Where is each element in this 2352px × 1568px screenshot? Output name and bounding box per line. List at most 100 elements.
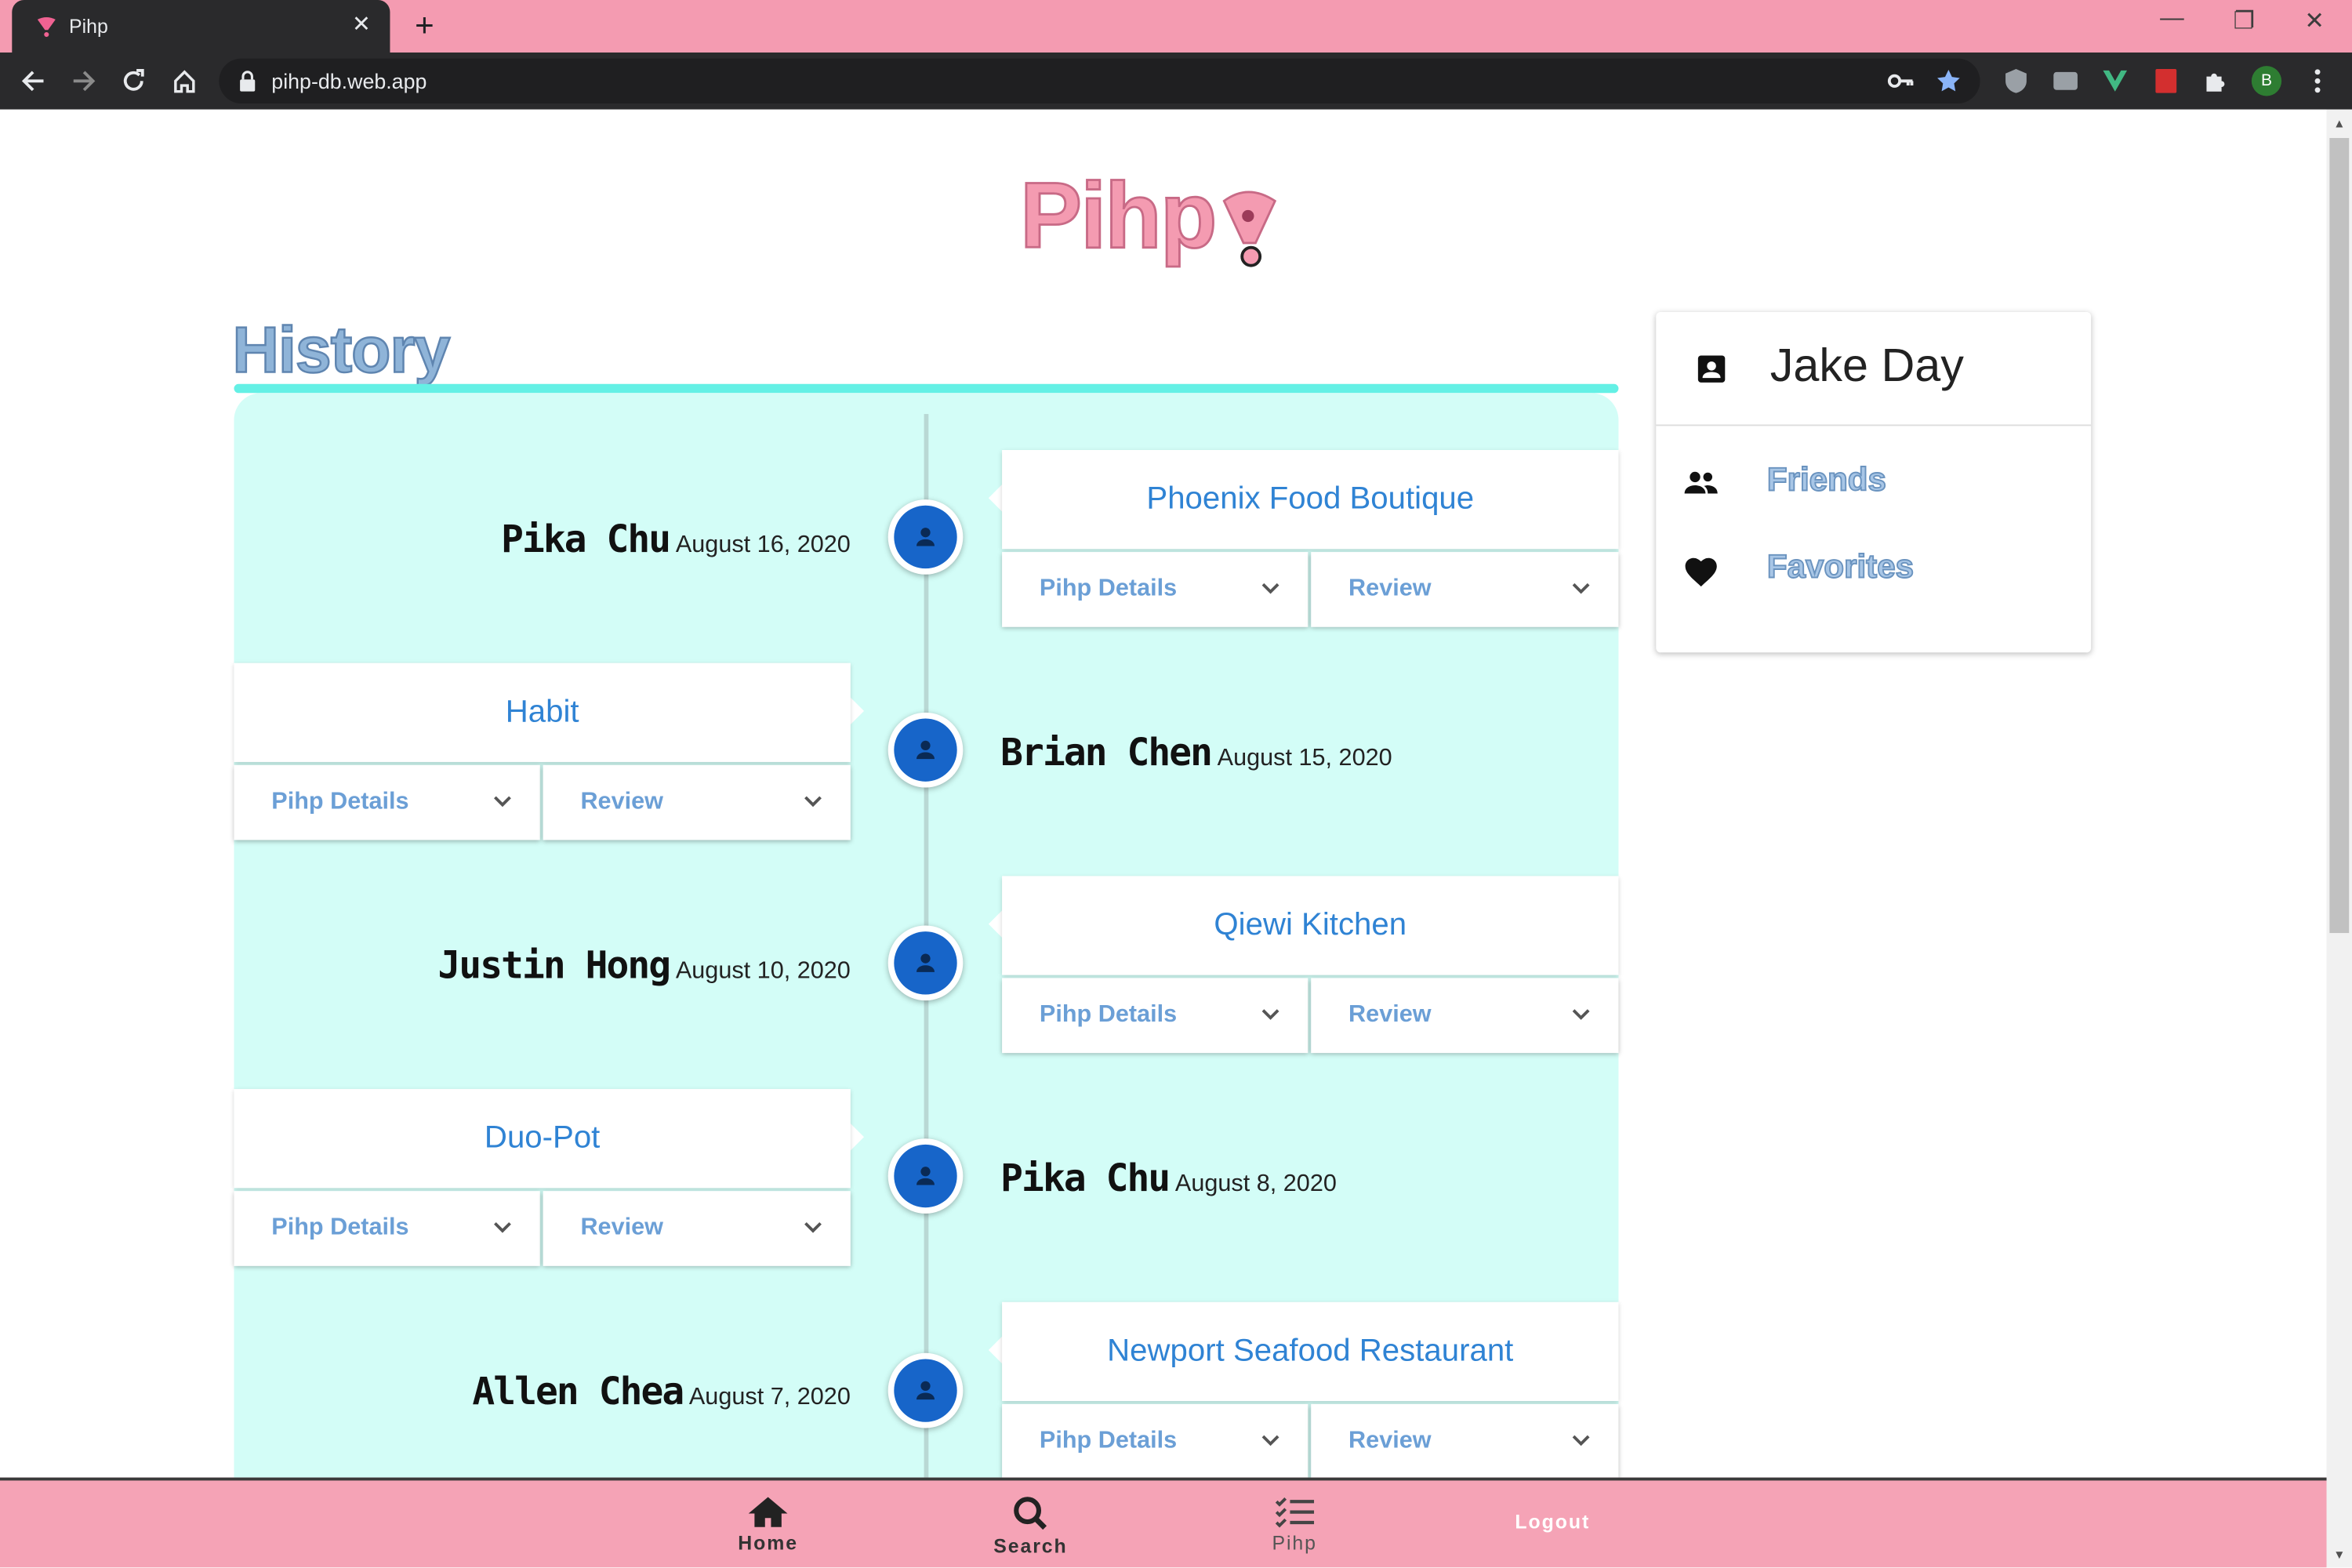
restaurant-name[interactable]: Newport Seafood Restaurant (1002, 1301, 1619, 1402)
chevron-down-icon (804, 796, 822, 808)
close-tab-icon[interactable]: ✕ (348, 12, 375, 38)
history-entry-person: Pika Chu August 16, 2020 (501, 517, 851, 561)
scroll-down-icon[interactable]: ▼ (2327, 1542, 2352, 1568)
url-text: pihp-db.web.app (271, 69, 427, 93)
profile-avatar[interactable]: B (2251, 66, 2282, 96)
extensions-puzzle-icon[interactable] (2202, 67, 2229, 94)
person-name: Pika Chu (1000, 1156, 1171, 1200)
history-title: History (231, 314, 451, 388)
chevron-down-icon (1572, 1435, 1590, 1446)
review-label: Review (580, 1214, 663, 1241)
nav-search-label: Search (993, 1534, 1068, 1558)
person-icon (916, 1167, 935, 1185)
pihp-details-button[interactable]: Pihp Details (234, 1191, 540, 1266)
chevron-down-icon (494, 796, 511, 808)
restaurant-name[interactable]: Qiewi Kitchen (1002, 876, 1619, 975)
vue-devtools-icon[interactable] (2102, 67, 2129, 94)
restaurant-card: Qiewi Kitchen Pihp Details Review (988, 876, 1619, 1054)
pihp-details-button[interactable]: Pihp Details (1002, 1403, 1308, 1479)
minimize-icon[interactable]: — (2155, 6, 2188, 33)
restore-icon[interactable]: ❐ (2227, 6, 2260, 36)
pdf-extension-icon[interactable] (2153, 67, 2180, 94)
ublock-extension-icon[interactable] (2002, 67, 2029, 94)
timeline-node (887, 499, 964, 575)
profile-sidebar: Jake Day Friends Favorites (1656, 311, 2092, 653)
pihp-details-label: Pihp Details (1039, 1428, 1178, 1454)
history-entry-person: Allen Chea August 7, 2020 (472, 1370, 850, 1413)
browser-tab[interactable]: Pihp ✕ (12, 0, 390, 53)
favorites-link[interactable]: Favorites (1766, 546, 1915, 586)
person-name: Allen Chea (472, 1369, 684, 1414)
checklist-icon (1275, 1497, 1315, 1528)
browser-menu-icon[interactable] (2304, 67, 2331, 94)
nav-search-button[interactable]: Search (971, 1496, 1091, 1562)
restaurant-card: Newport Seafood Restaurant Pihp Details … (988, 1301, 1619, 1479)
reload-icon[interactable] (118, 66, 148, 96)
scroll-up-icon[interactable]: ▲ (2327, 111, 2352, 137)
pihp-logo: Pihp (1019, 164, 1282, 270)
forward-arrow-icon[interactable] (69, 66, 99, 96)
chevron-down-icon (1261, 1435, 1279, 1446)
logo-pin-icon (1223, 191, 1277, 267)
nav-home-button[interactable]: Home (708, 1496, 828, 1562)
bottom-navigation: Home Search Pihp Logout (0, 1477, 2327, 1568)
nav-pihp-button[interactable]: Pihp (1235, 1496, 1355, 1562)
person-name: Pika Chu (501, 517, 671, 561)
review-button[interactable]: Review (543, 764, 851, 840)
logo-text: Pihp (1019, 164, 1218, 270)
key-icon[interactable] (1887, 69, 1914, 100)
bookmark-star-icon[interactable] (1935, 67, 1962, 102)
chevron-down-icon (1572, 583, 1590, 594)
restaurant-card: Phoenix Food Boutique Pihp Details Revie… (988, 449, 1619, 627)
person-icon (916, 740, 935, 760)
css-extension-icon[interactable] (2052, 67, 2078, 94)
timeline-node (887, 1352, 964, 1428)
timeline-node (887, 712, 964, 788)
review-button[interactable]: Review (1311, 1403, 1619, 1479)
restaurant-name[interactable]: Phoenix Food Boutique (1002, 449, 1619, 550)
pihp-details-label: Pihp Details (271, 1214, 409, 1241)
history-underline (234, 383, 1619, 394)
restaurant-name[interactable]: Duo-Pot (234, 1089, 851, 1189)
home-browser-icon[interactable] (169, 66, 199, 96)
visit-date: August 10, 2020 (675, 958, 851, 985)
visit-date: August 15, 2020 (1217, 745, 1392, 771)
person-icon (916, 1381, 935, 1400)
review-button[interactable]: Review (543, 1191, 851, 1266)
user-name: Jake Day (1769, 339, 1964, 392)
timeline-node (887, 1138, 964, 1214)
pihp-details-button[interactable]: Pihp Details (1002, 978, 1308, 1054)
pihp-details-button[interactable]: Pihp Details (1002, 552, 1308, 627)
scrollbar-thumb[interactable] (2329, 138, 2350, 934)
restaurant-name[interactable]: Habit (234, 662, 851, 762)
address-bar[interactable]: pihp-db.web.app (219, 58, 1980, 104)
pihp-details-button[interactable]: Pihp Details (234, 764, 540, 840)
close-window-icon[interactable]: ✕ (2298, 6, 2331, 36)
browser-toolbar: pihp-db.web.app B (0, 52, 2352, 110)
people-icon (1684, 471, 1718, 494)
restaurant-card: Duo-Pot Pihp Details Review (234, 1089, 865, 1266)
pihp-favicon-icon (33, 13, 60, 39)
chevron-down-icon (494, 1221, 511, 1233)
browser-tab-strip: Pihp ✕ + — ❐ ✕ (0, 0, 2352, 53)
divider (1656, 424, 2092, 426)
visit-date: August 8, 2020 (1174, 1171, 1337, 1197)
friends-link[interactable]: Friends (1766, 459, 1887, 499)
tab-title: Pihp (69, 15, 108, 38)
person-name: Brian Chen (1000, 730, 1213, 775)
pihp-details-label: Pihp Details (1039, 1002, 1178, 1028)
logout-button[interactable]: Logout (1515, 1511, 1590, 1534)
chevron-down-icon (1261, 1009, 1279, 1020)
nav-pihp-label: Pihp (1272, 1531, 1317, 1555)
review-button[interactable]: Review (1311, 552, 1619, 627)
chevron-down-icon (804, 1221, 822, 1233)
visit-date: August 7, 2020 (688, 1384, 851, 1410)
pihp-details-label: Pihp Details (271, 789, 409, 815)
new-tab-icon[interactable]: + (408, 7, 441, 44)
review-button[interactable]: Review (1311, 978, 1619, 1054)
home-icon (748, 1497, 788, 1527)
person-icon (916, 528, 935, 546)
back-arrow-icon[interactable] (18, 66, 48, 96)
heart-icon (1685, 557, 1717, 587)
review-label: Review (1348, 1002, 1432, 1028)
